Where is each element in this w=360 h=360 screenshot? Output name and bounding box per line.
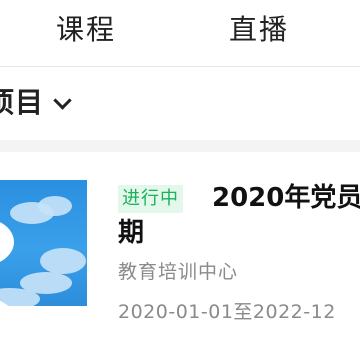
course-title-line2: 期 <box>118 218 145 248</box>
cloud-shape <box>38 196 72 216</box>
chevron-down-icon <box>53 90 72 110</box>
tab-live[interactable]: 直播 <box>229 10 289 50</box>
cloud-shape <box>40 248 86 274</box>
course-date-range: 2020-01-01至2022-12 <box>118 301 336 323</box>
course-title: 2020年党员 <box>212 183 360 213</box>
speech-bubble-shape <box>0 218 14 266</box>
course-list-page: 课程 直播 项目 n n 进行中 2020年党员 期 教育培训中心 2020-0… <box>0 0 360 360</box>
section-divider <box>0 140 360 152</box>
project-filter-label: 项目 <box>0 86 45 119</box>
status-badge: 进行中 <box>118 185 183 213</box>
course-thumbnail: n n <box>0 180 87 306</box>
project-filter-dropdown[interactable]: 项目 <box>0 82 72 124</box>
top-tab-bar: 课程 直播 <box>0 0 360 64</box>
course-organizer: 教育培训中心 <box>118 261 239 283</box>
course-card[interactable]: n n 进行中 2020年党员 期 教育培训中心 2020-01-01至2022… <box>0 152 360 360</box>
tab-courses[interactable]: 课程 <box>56 10 116 50</box>
tab-divider <box>0 66 360 67</box>
